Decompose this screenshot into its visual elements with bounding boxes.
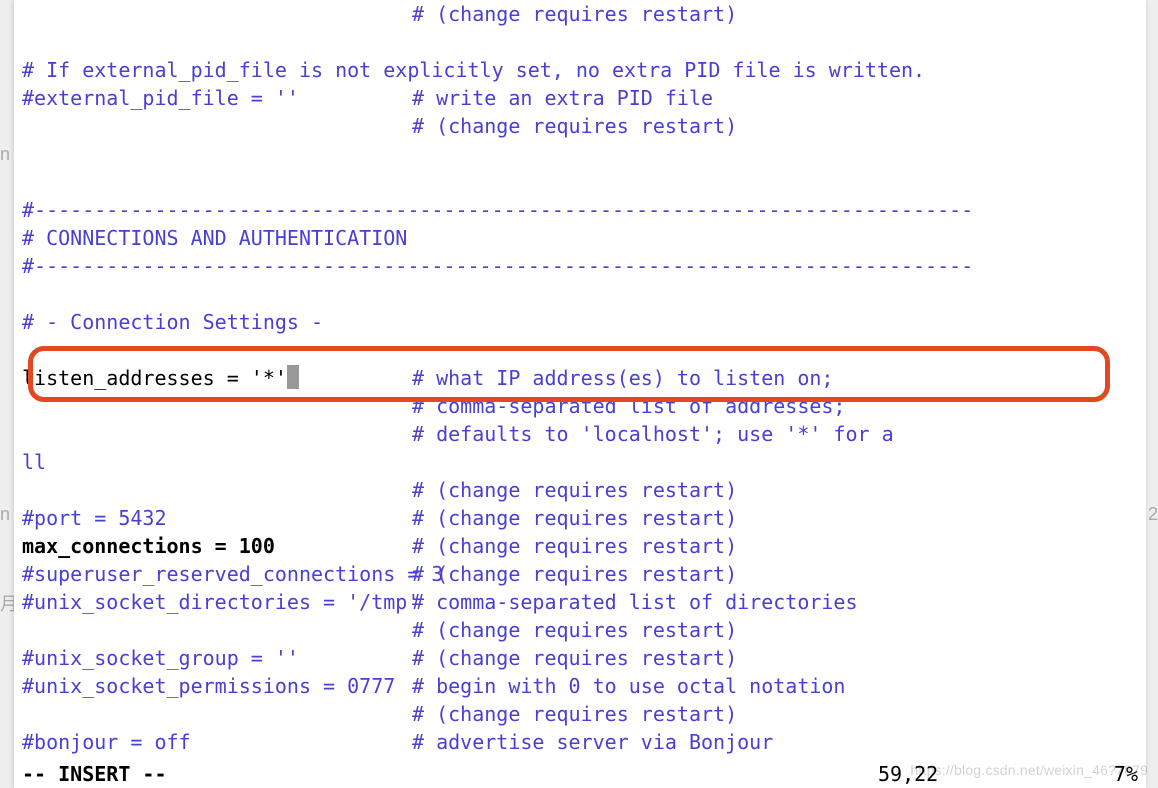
code-line: # (change requires restart): [22, 112, 1138, 140]
code-text: # If external_pid_file is not explicitly…: [22, 56, 925, 84]
code-line: #---------------------------------------…: [22, 196, 1138, 224]
code-text-right: # (change requires restart): [412, 532, 1138, 560]
text-cursor: [287, 365, 299, 389]
code-text-right: # comma-separated list of directories: [412, 588, 1138, 616]
code-text: #---------------------------------------…: [22, 252, 973, 280]
code-text-left: #unix_socket_permissions = 0777: [22, 672, 412, 700]
code-line: # comma-separated list of addresses;: [22, 392, 1138, 420]
editor-content[interactable]: # (change requires restart) # If external…: [22, 0, 1138, 760]
code-text-right: # (change requires restart): [412, 700, 1138, 728]
code-text-right: # write an extra PID file: [412, 84, 1138, 112]
code-text-left: #unix_socket_group = '': [22, 644, 412, 672]
code-line: # (change requires restart): [22, 0, 1138, 28]
code-text-left: #external_pid_file = '': [22, 84, 412, 112]
code-line: # defaults to 'localhost'; use '*' for a: [22, 420, 1138, 448]
code-text-left: [22, 476, 412, 504]
code-text-left: max_connections = 100: [22, 532, 412, 560]
code-text-left: [22, 168, 412, 196]
code-text-left: #unix_socket_directories = '/tmp': [22, 588, 412, 616]
code-text-left: #superuser_reserved_connections = 3: [22, 560, 412, 588]
code-text-left: listen_addresses = '*': [22, 364, 412, 392]
code-text-right: # comma-separated list of addresses;: [412, 392, 1138, 420]
watermark-text: https://blog.csdn.net/weixin_46?7879: [910, 756, 1148, 784]
code-text: # - Connection Settings -: [22, 308, 323, 336]
code-line: # (change requires restart): [22, 700, 1138, 728]
code-line: #superuser_reserved_connections = 3# (ch…: [22, 560, 1138, 588]
code-line: # (change requires restart): [22, 616, 1138, 644]
code-line: #port = 5432# (change requires restart): [22, 504, 1138, 532]
code-text-right: # begin with 0 to use octal notation: [412, 672, 1138, 700]
vim-mode-indicator: -- INSERT --: [22, 760, 878, 788]
code-text: # CONNECTIONS AND AUTHENTICATION: [22, 224, 407, 252]
code-line: [22, 28, 1138, 56]
code-line: #---------------------------------------…: [22, 252, 1138, 280]
code-line: #unix_socket_group = ''# (change require…: [22, 644, 1138, 672]
code-text-left: [22, 140, 412, 168]
code-text-right: # (change requires restart): [412, 504, 1138, 532]
code-text-right: # (change requires restart): [412, 112, 1138, 140]
code-text-left: [22, 420, 412, 448]
code-line: [22, 280, 1138, 308]
code-text-left: [22, 112, 412, 140]
code-line: # If external_pid_file is not explicitly…: [22, 56, 1138, 84]
code-text-left: #port = 5432: [22, 504, 412, 532]
code-line: ll: [22, 448, 1138, 476]
code-text-left: [22, 392, 412, 420]
code-line: #unix_socket_directories = '/tmp'# comma…: [22, 588, 1138, 616]
code-text-right: [412, 28, 1138, 56]
side-glyph-left-1: n: [0, 140, 10, 168]
code-line: # - Connection Settings -: [22, 308, 1138, 336]
code-text: #---------------------------------------…: [22, 196, 973, 224]
side-glyph-left-2: n: [0, 500, 10, 528]
code-line: # (change requires restart): [22, 476, 1138, 504]
code-line: #bonjour = off# advertise server via Bon…: [22, 728, 1138, 756]
code-text-right: # (change requires restart): [412, 476, 1138, 504]
code-line: [22, 336, 1138, 364]
code-text-left: [22, 616, 412, 644]
code-line: #unix_socket_permissions = 0777# begin w…: [22, 672, 1138, 700]
code-text-left: #bonjour = off: [22, 728, 412, 756]
code-text-right: [412, 336, 1138, 364]
code-text-right: # (change requires restart): [412, 560, 1138, 588]
code-line: # CONNECTIONS AND AUTHENTICATION: [22, 224, 1138, 252]
editor-sheet: # (change requires restart) # If external…: [14, 0, 1146, 788]
side-glyph-right-1: 2: [1148, 500, 1158, 528]
code-text: ll: [22, 448, 46, 476]
code-text-right: [412, 168, 1138, 196]
code-text-right: [412, 280, 1138, 308]
code-text-left: [22, 700, 412, 728]
code-line: listen_addresses = '*'# what IP address(…: [22, 364, 1138, 392]
code-line: max_connections = 100# (change requires …: [22, 532, 1138, 560]
code-line: #external_pid_file = ''# write an extra …: [22, 84, 1138, 112]
code-text-right: # (change requires restart): [412, 0, 1138, 28]
code-text-right: # (change requires restart): [412, 644, 1138, 672]
code-text-left: [22, 0, 412, 28]
code-text-right: # (change requires restart): [412, 616, 1138, 644]
code-text-left: [22, 28, 412, 56]
code-line: [22, 168, 1138, 196]
code-text-right: # what IP address(es) to listen on;: [412, 364, 1138, 392]
code-text-left: [22, 280, 412, 308]
code-text-right: # advertise server via Bonjour: [412, 728, 1138, 756]
code-text-right: # defaults to 'localhost'; use '*' for a: [412, 420, 1138, 448]
code-text-right: [412, 140, 1138, 168]
window: n n 月 2 # (change requires restart)# If …: [0, 0, 1158, 788]
code-line: [22, 140, 1138, 168]
code-text-left: [22, 336, 412, 364]
